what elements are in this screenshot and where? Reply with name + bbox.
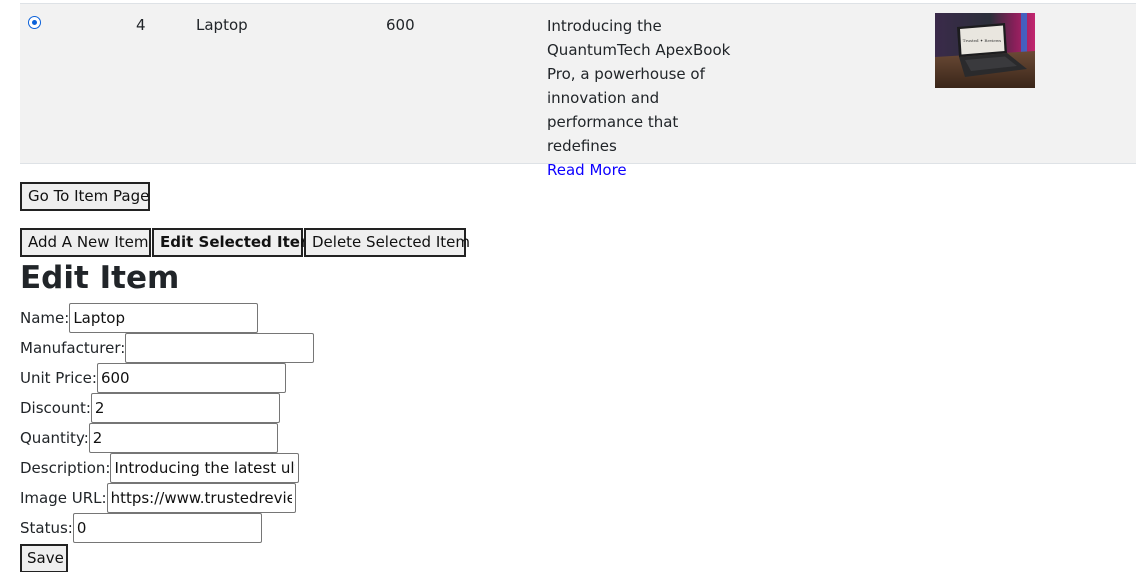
unit-price-label: Unit Price: bbox=[20, 369, 97, 387]
manufacturer-input[interactable] bbox=[125, 333, 315, 363]
manufacturer-label: Manufacturer: bbox=[20, 339, 126, 357]
save-button[interactable]: Save bbox=[20, 544, 68, 572]
discount-row: Discount: bbox=[20, 393, 280, 423]
form-heading: Edit Item bbox=[20, 260, 180, 296]
select-radio-cell bbox=[28, 16, 41, 29]
name-label: Name: bbox=[20, 309, 70, 327]
add-new-item-button[interactable]: Add A New Item bbox=[20, 228, 151, 257]
page: 4 Laptop 600 Introducing the QuantumTech… bbox=[0, 0, 1143, 572]
unit-price-input[interactable] bbox=[96, 363, 286, 393]
status-label: Status: bbox=[20, 519, 73, 537]
status-input[interactable] bbox=[72, 513, 262, 543]
read-more-link[interactable]: Read More bbox=[547, 161, 627, 179]
unit-price-row: Unit Price: bbox=[20, 363, 286, 393]
svg-text:Trusted ✦ Reviews: Trusted ✦ Reviews bbox=[963, 38, 1001, 43]
go-to-item-page-button[interactable]: Go To Item Page bbox=[20, 182, 150, 211]
name-input[interactable] bbox=[69, 303, 259, 333]
image-url-input[interactable] bbox=[106, 483, 296, 513]
item-description: Introducing the QuantumTech ApexBook Pro… bbox=[547, 17, 731, 155]
laptop-photo: Trusted ✦ Reviews bbox=[935, 13, 1035, 88]
quantity-row: Quantity: bbox=[20, 423, 278, 453]
status-row: Status: bbox=[20, 513, 262, 543]
description-row: Description: bbox=[20, 453, 300, 483]
description-input[interactable] bbox=[110, 453, 300, 483]
item-name: Laptop bbox=[196, 16, 248, 34]
item-select-radio[interactable] bbox=[28, 16, 41, 29]
name-row: Name: bbox=[20, 303, 259, 333]
item-image: Trusted ✦ Reviews bbox=[935, 13, 1035, 88]
item-id: 4 bbox=[136, 16, 146, 34]
image-url-row: Image URL: bbox=[20, 483, 296, 513]
quantity-input[interactable] bbox=[88, 423, 278, 453]
discount-input[interactable] bbox=[90, 393, 280, 423]
quantity-label: Quantity: bbox=[20, 429, 89, 447]
table-row: 4 Laptop 600 Introducing the QuantumTech… bbox=[20, 3, 1136, 179]
image-url-label: Image URL: bbox=[20, 489, 107, 507]
discount-label: Discount: bbox=[20, 399, 91, 417]
description-label: Description: bbox=[20, 459, 111, 477]
edit-selected-item-button[interactable]: Edit Selected Item bbox=[152, 228, 316, 257]
item-price: 600 bbox=[386, 16, 415, 34]
manufacturer-row: Manufacturer: bbox=[20, 333, 315, 363]
delete-selected-item-button[interactable]: Delete Selected Item bbox=[304, 228, 470, 257]
item-description-cell: Introducing the QuantumTech ApexBook Pro… bbox=[547, 14, 752, 182]
